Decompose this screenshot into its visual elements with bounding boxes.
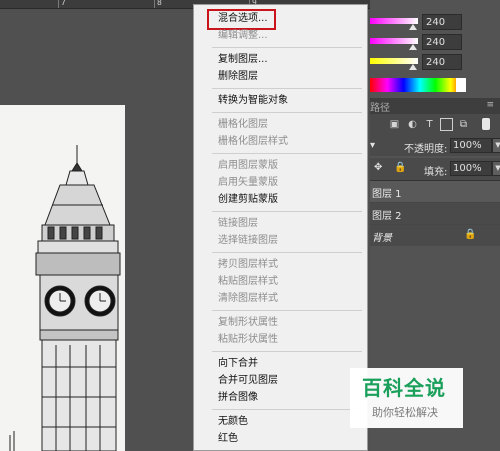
menu-item-merge-down[interactable]: 向下合并 bbox=[218, 357, 366, 371]
channel-value-input[interactable]: 240 bbox=[422, 34, 462, 50]
panel-menu-icon[interactable]: ≡ bbox=[486, 100, 494, 110]
menu-separator bbox=[212, 112, 362, 113]
layer-row[interactable]: 图层 1 bbox=[370, 181, 500, 203]
opacity-dropdown-button[interactable]: ▼ bbox=[492, 138, 500, 153]
filter-shape-icon[interactable] bbox=[440, 118, 453, 131]
channel-value-input[interactable]: 240 bbox=[422, 54, 462, 70]
document-image[interactable] bbox=[0, 105, 125, 451]
menu-item-red[interactable]: 红色 bbox=[218, 432, 366, 446]
menu-separator bbox=[212, 47, 362, 48]
channel-slider-thumb[interactable] bbox=[409, 24, 417, 30]
menu-separator bbox=[212, 351, 362, 352]
fill-label: 填充: bbox=[424, 167, 448, 178]
channel-slider-thumb[interactable] bbox=[409, 44, 417, 50]
menu-item-flatten-image[interactable]: 拼合图像 bbox=[218, 391, 366, 405]
watermark-subtitle: 助你轻松解决 bbox=[372, 406, 438, 419]
filter-type-icon[interactable]: T bbox=[423, 118, 436, 131]
layer-filter-bar: ▣ ◐ T ⧉ bbox=[370, 114, 500, 137]
layer-context-menu: 混合选项... 编辑调整... 复制图层... 删除图层 转换为智能对象 栅格化… bbox=[193, 4, 368, 451]
blend-mode-arrow-icon[interactable]: ▾ bbox=[370, 140, 375, 151]
menu-item-rasterize-layer-style[interactable]: 栅格化图层样式 bbox=[218, 135, 366, 149]
layers-tab-bar: 路径 ≡ bbox=[370, 98, 500, 115]
menu-item-blending-options[interactable]: 混合选项... bbox=[218, 12, 366, 26]
layer-row[interactable]: 图层 2 bbox=[370, 203, 500, 225]
menu-item-clear-layer-style[interactable]: 清除图层样式 bbox=[218, 292, 366, 306]
menu-item-duplicate-layer[interactable]: 复制图层... bbox=[218, 53, 366, 67]
menu-item-no-color[interactable]: 无颜色 bbox=[218, 415, 366, 429]
watermark-logo: 百科全说 助你轻松解决 bbox=[350, 368, 463, 428]
color-channel-row: 240 bbox=[370, 14, 500, 32]
lock-icon: 🔒 bbox=[464, 229, 477, 240]
menu-item-select-linked-layers[interactable]: 选择链接图层 bbox=[218, 234, 366, 248]
menu-item-enable-layer-mask[interactable]: 启用图层蒙版 bbox=[218, 159, 366, 173]
fill-bar: ✥ 🔒 填充: 100% ▼ bbox=[370, 158, 500, 181]
filter-adjustment-icon[interactable]: ◐ bbox=[406, 118, 419, 131]
lock-all-icon[interactable]: 🔒 bbox=[394, 162, 406, 173]
menu-item-edit-adjustment[interactable]: 编辑调整... bbox=[218, 29, 366, 43]
menu-item-enable-vector-mask[interactable]: 启用矢量蒙版 bbox=[218, 176, 366, 190]
menu-item-convert-smart-object[interactable]: 转换为智能对象 bbox=[218, 94, 366, 108]
channel-slider-thumb[interactable] bbox=[409, 64, 417, 70]
fill-input[interactable]: 100% bbox=[450, 161, 492, 176]
opacity-input[interactable]: 100% bbox=[450, 138, 492, 153]
tab-paths[interactable]: 路径 bbox=[370, 99, 390, 114]
opacity-bar: ▾ 不透明度: 100% ▼ bbox=[370, 136, 500, 156]
color-channel-row: 240 bbox=[370, 54, 500, 72]
layer-name: 背景 bbox=[372, 233, 392, 244]
fill-dropdown-button[interactable]: ▼ bbox=[492, 161, 500, 176]
menu-separator bbox=[212, 409, 362, 410]
watermark-title: 百科全说 bbox=[362, 376, 446, 400]
color-spectrum[interactable] bbox=[370, 78, 466, 92]
filter-pixel-icon[interactable]: ▣ bbox=[388, 118, 401, 131]
menu-separator bbox=[212, 310, 362, 311]
menu-separator bbox=[212, 153, 362, 154]
menu-item-rasterize-layer[interactable]: 栅格化图层 bbox=[218, 118, 366, 132]
clock-tower-sketch bbox=[0, 105, 125, 451]
menu-item-paste-layer-style[interactable]: 粘贴图层样式 bbox=[218, 275, 366, 289]
menu-item-create-clipping-mask[interactable]: 创建剪贴蒙版 bbox=[218, 193, 366, 207]
menu-item-paste-shape-attributes[interactable]: 粘贴形状属性 bbox=[218, 333, 366, 347]
ruler-label: 7 bbox=[61, 0, 66, 7]
menu-item-link-layers[interactable]: 链接图层 bbox=[218, 217, 366, 231]
menu-item-copy-layer-style[interactable]: 拷贝图层样式 bbox=[218, 258, 366, 272]
channel-value-input[interactable]: 240 bbox=[422, 14, 462, 30]
filter-smart-object-icon[interactable]: ⧉ bbox=[457, 118, 470, 131]
ruler-label: 8 bbox=[157, 0, 162, 7]
menu-separator bbox=[212, 211, 362, 212]
menu-item-delete-layer[interactable]: 删除图层 bbox=[218, 70, 366, 84]
color-channel-row: 240 bbox=[370, 34, 500, 52]
lock-position-icon[interactable]: ✥ bbox=[374, 162, 382, 173]
layer-row[interactable]: 背景 🔒 bbox=[370, 225, 500, 247]
menu-separator bbox=[212, 88, 362, 89]
menu-separator bbox=[212, 252, 362, 253]
menu-item-copy-shape-attributes[interactable]: 复制形状属性 bbox=[218, 316, 366, 330]
layer-name: 图层 2 bbox=[372, 211, 402, 222]
filter-toggle-icon[interactable] bbox=[482, 118, 490, 130]
menu-item-merge-visible[interactable]: 合并可见图层 bbox=[218, 374, 366, 388]
layer-name: 图层 1 bbox=[372, 189, 402, 200]
opacity-label: 不透明度: bbox=[404, 144, 448, 155]
